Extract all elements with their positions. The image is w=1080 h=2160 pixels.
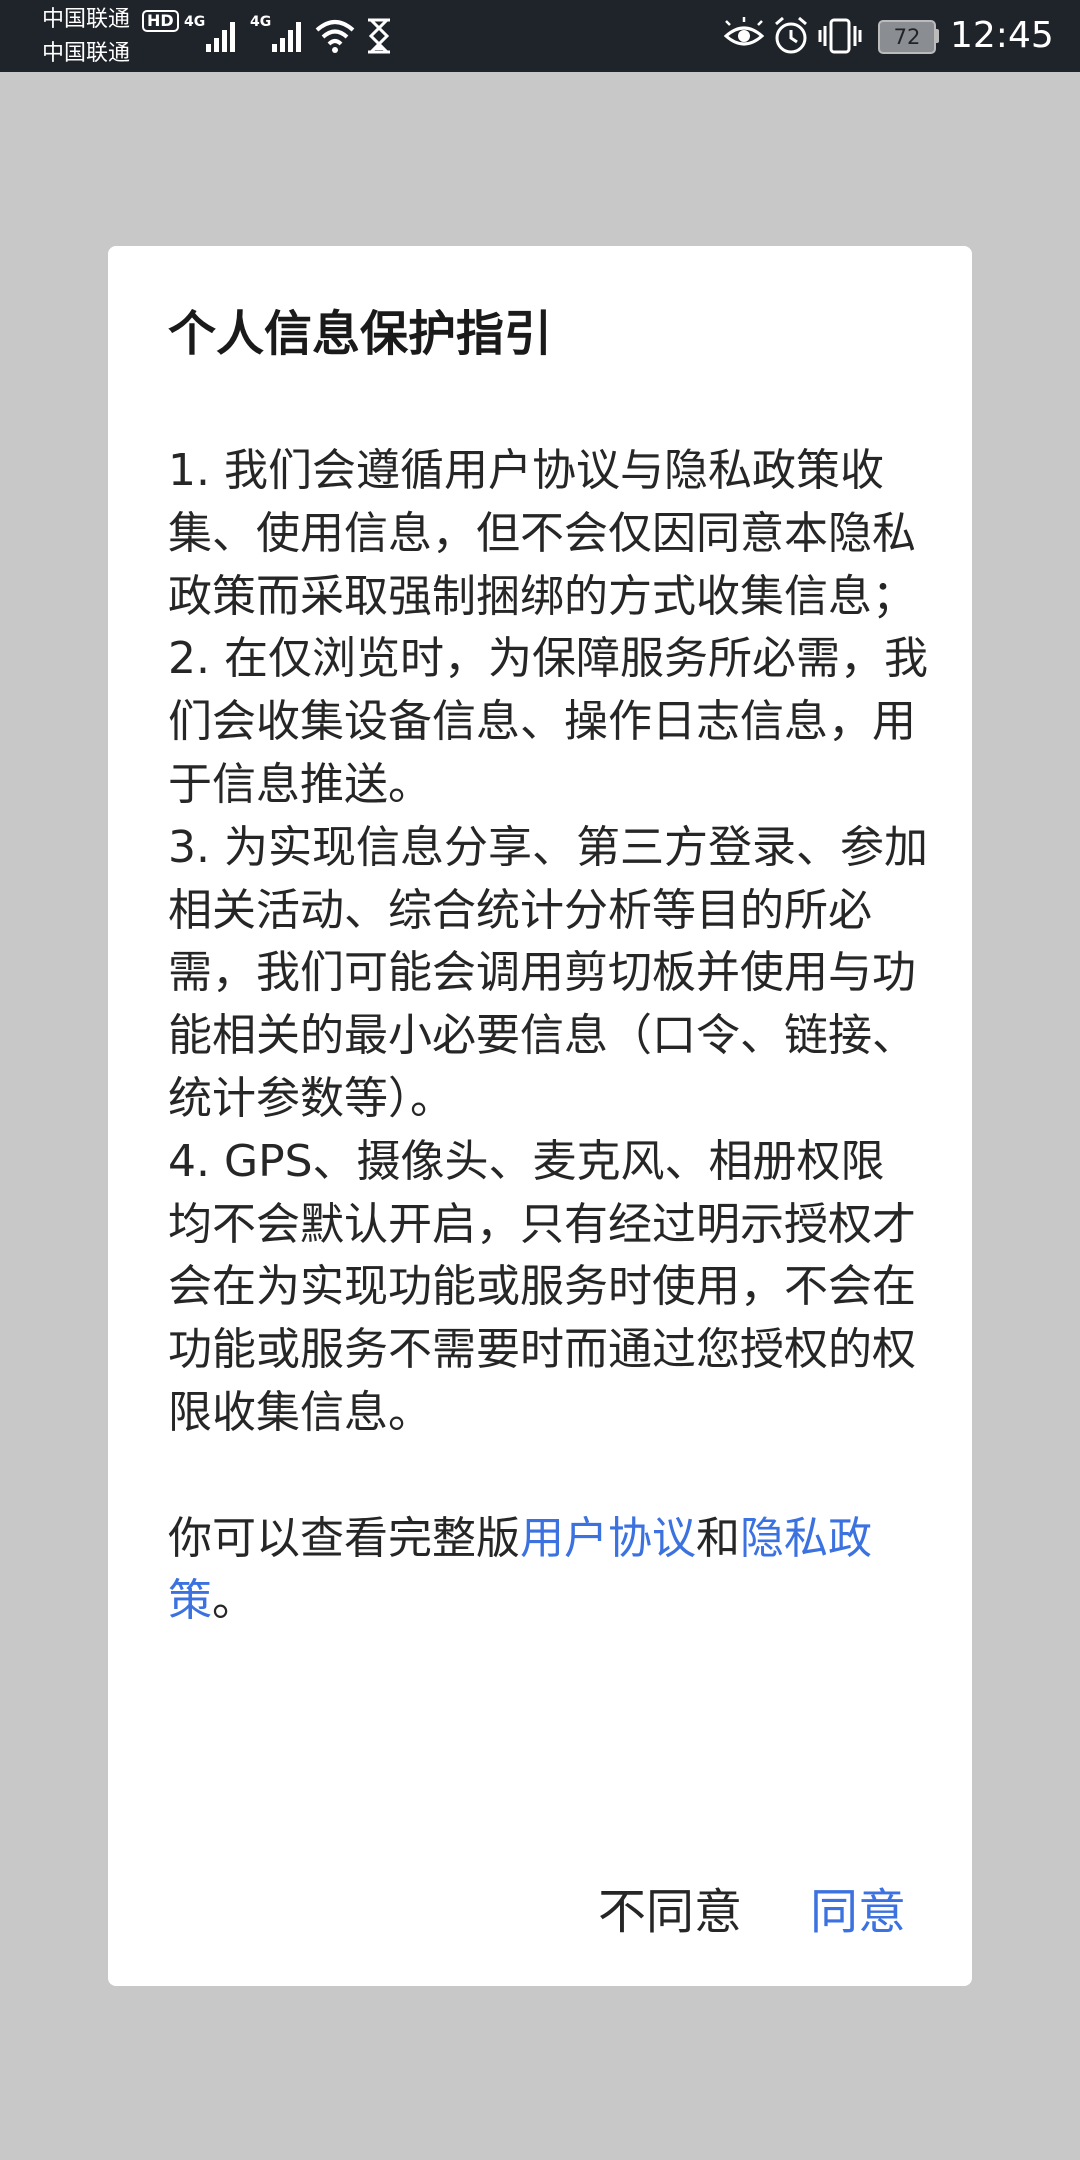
agree-button[interactable]: 同意 bbox=[810, 1882, 906, 1942]
user-agreement-link[interactable]: 用户协议 bbox=[520, 1513, 696, 1564]
alarm-icon bbox=[775, 16, 807, 54]
signal-icon bbox=[272, 22, 301, 52]
dialog-title: 个人信息保护指引 bbox=[168, 306, 553, 362]
disagree-button[interactable]: 不同意 bbox=[598, 1882, 742, 1942]
battery-level: 72 bbox=[893, 25, 921, 49]
policy-item-2: 2. 在仅浏览时，为保障服务所必需，我们会收集设备信息、操作日志信息，用于信息推… bbox=[168, 633, 928, 810]
links-suffix: 。 bbox=[212, 1575, 256, 1627]
dialog-body: 1. 我们会遵循用户协议与隐私政策收集、使用信息，但不会仅因同意本隐私政策而采取… bbox=[168, 440, 928, 1633]
vibrate-icon bbox=[818, 18, 862, 54]
signal-icon bbox=[206, 22, 235, 52]
policy-item-1: 1. 我们会遵循用户协议与隐私政策收集、使用信息，但不会仅因同意本隐私政策而采取… bbox=[168, 445, 916, 622]
hourglass-icon bbox=[368, 18, 390, 54]
privacy-dialog: 个人信息保护指引 1. 我们会遵循用户协议与隐私政策收集、使用信息，但不会仅因同… bbox=[108, 246, 972, 1986]
wifi-icon bbox=[315, 20, 355, 53]
carrier-name-primary: 中国联通 bbox=[42, 7, 131, 32]
full-version-links: 你可以查看完整版用户协议和隐私政策。 bbox=[168, 1508, 928, 1634]
links-and: 和 bbox=[696, 1512, 740, 1564]
status-time: 12:45 bbox=[950, 15, 1054, 56]
policy-item-4: 4. GPS、摄像头、麦克风、相册权限均不会默认开启，只有经过明示授权才会在为实… bbox=[168, 1135, 916, 1438]
hd-badge: HD bbox=[142, 10, 179, 32]
carrier-name-secondary: 中国联通 bbox=[42, 41, 131, 66]
battery-tip bbox=[935, 29, 939, 43]
links-prefix: 你可以查看完整版 bbox=[168, 1512, 520, 1564]
network-type-1: 4G bbox=[184, 14, 206, 30]
status-bar: 中国联通 中国联通 HD 4G 4G 72 12:45 bbox=[0, 0, 1080, 72]
eye-icon bbox=[724, 17, 764, 46]
network-type-2: 4G bbox=[250, 14, 272, 30]
battery-icon: 72 bbox=[878, 20, 936, 54]
policy-item-3: 3. 为实现信息分享、第三方登录、参加相关活动、综合统计分析等目的所必需，我们可… bbox=[168, 821, 928, 1124]
